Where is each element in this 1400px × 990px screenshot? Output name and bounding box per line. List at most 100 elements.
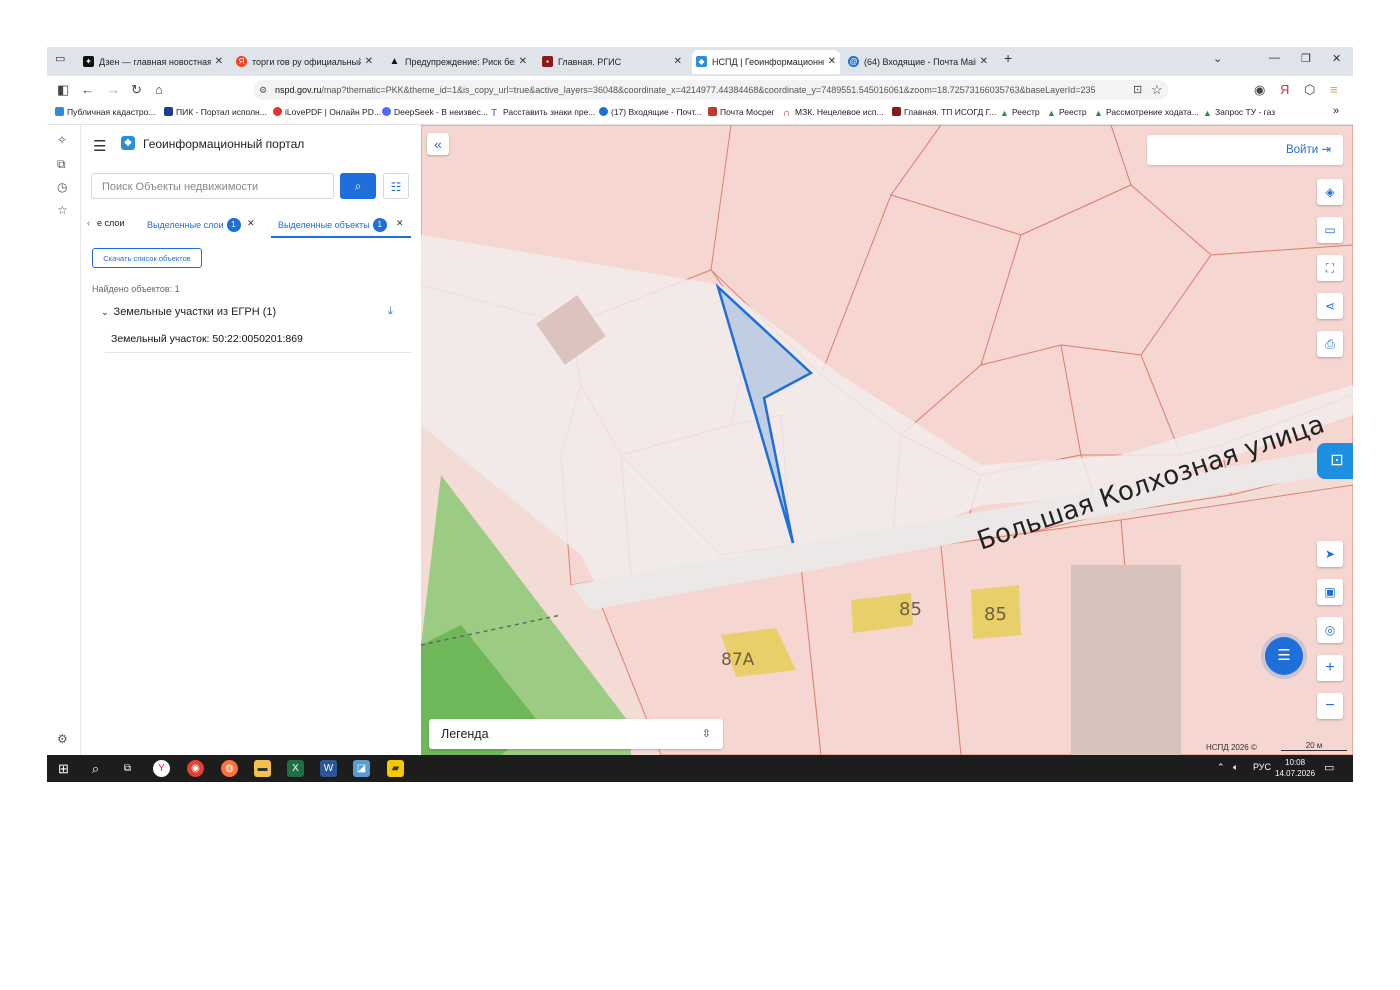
bookmark-item[interactable]: ▲ Реестр bbox=[1000, 107, 1040, 118]
url-field[interactable]: ⚙ nspd.gov.ru/map?thematic=PKK&theme_id=… bbox=[253, 80, 1168, 100]
geolocation-button[interactable]: ◎ bbox=[1317, 617, 1343, 643]
bookmark-star-icon[interactable]: ☆ bbox=[1151, 82, 1163, 98]
login-button[interactable]: Войти ⇥ bbox=[1147, 135, 1343, 165]
assistant-sparkle-icon[interactable]: ✧ bbox=[57, 133, 67, 147]
reload-icon[interactable]: ↻ bbox=[131, 82, 142, 98]
bookmark-item[interactable]: ▲ Реестр bbox=[1047, 107, 1087, 118]
search-input[interactable]: Поиск Объекты недвижимости bbox=[91, 173, 334, 199]
share-icon: ⋖ bbox=[1324, 299, 1336, 313]
volume-icon[interactable]: 🔈︎ bbox=[1233, 762, 1238, 773]
clock[interactable]: 10:08 14.07.2026 bbox=[1275, 757, 1315, 779]
chrome-icon[interactable]: ◉ bbox=[187, 760, 204, 777]
forward-icon[interactable]: → bbox=[107, 82, 120, 97]
collections-icon[interactable]: ⧉ bbox=[57, 157, 66, 172]
bookmark-item[interactable]: ▲ Рассмотрение ходата... bbox=[1094, 107, 1199, 118]
bookmark-item[interactable]: Почта Мосрег bbox=[708, 107, 775, 117]
minimap-button[interactable]: ▣ bbox=[1317, 579, 1343, 605]
close-icon[interactable]: ✕ bbox=[980, 50, 988, 74]
language-indicator[interactable]: РУС bbox=[1253, 762, 1271, 772]
word-icon[interactable]: W bbox=[320, 760, 337, 777]
land-plots-group[interactable]: ⌄ Земельные участки из ЕГРН (1) bbox=[101, 306, 276, 318]
hamburger-menu-icon[interactable]: ☰ bbox=[93, 137, 106, 155]
restore-button[interactable]: ❐ bbox=[1301, 52, 1311, 65]
tab-rgis[interactable]: ▪ Главная. РГИС ✕ bbox=[538, 50, 686, 74]
mail-icon bbox=[599, 107, 608, 116]
tab-dzen[interactable]: ✦ Дзен — главная новостная ин ✕ bbox=[79, 50, 227, 74]
extensions-icon[interactable]: ⬡ bbox=[1304, 82, 1315, 98]
close-icon[interactable]: ✕ bbox=[215, 50, 223, 74]
tab-mail[interactable]: @ (64) Входящие - Почта Mail ✕ bbox=[844, 50, 992, 74]
bookmark-item[interactable]: ∩ МЗК. Нецелевое исп... bbox=[783, 107, 884, 119]
file-explorer-icon[interactable]: ▬ bbox=[254, 760, 271, 777]
map-view[interactable]: Большая Колхозная улица 85 85 87А « Войт… bbox=[421, 125, 1353, 755]
download-list-button[interactable]: Скачать список объектов bbox=[92, 248, 202, 268]
dzen-icon: ✦ bbox=[83, 56, 94, 67]
close-icon[interactable]: ✕ bbox=[519, 50, 527, 74]
side-widget-button[interactable]: ⊡ bbox=[1317, 443, 1353, 479]
download-icon[interactable]: ⤓ bbox=[388, 305, 393, 318]
chevron-down-icon: ⌄ bbox=[101, 307, 109, 317]
sidebar-toggle-icon[interactable]: ◧ bbox=[57, 82, 69, 98]
task-view-icon[interactable]: ⧉ bbox=[119, 760, 136, 777]
close-icon[interactable]: ✕ bbox=[674, 50, 682, 74]
filter-button[interactable]: ☷ bbox=[383, 173, 409, 199]
bookmark-item[interactable]: (17) Входящие - Почт... bbox=[599, 107, 701, 117]
parcel-list-item[interactable]: Земельный участок: 50:22:0050201:869 bbox=[105, 329, 411, 353]
app-icon[interactable]: ◪ bbox=[353, 760, 370, 777]
scroll-left-chevron-icon[interactable]: ‹ bbox=[87, 218, 90, 228]
tab-warning[interactable]: ▲ Предупреждение: Риск безопа ✕ bbox=[385, 50, 531, 74]
bookmark-item[interactable]: ПИК - Портал исполн... bbox=[164, 107, 267, 117]
home-icon[interactable]: ⌂ bbox=[155, 82, 163, 97]
tab-layers[interactable]: е слои bbox=[97, 218, 124, 228]
collapse-panel-button[interactable]: « bbox=[427, 133, 449, 155]
bookmark-item[interactable]: DeepSeek - В неизвес... bbox=[382, 107, 488, 117]
search-icon[interactable]: ⌕ bbox=[87, 760, 104, 777]
close-icon[interactable]: ✕ bbox=[828, 50, 836, 74]
bookmark-item[interactable]: iLovePDF | Онлайн PD... bbox=[273, 107, 381, 117]
install-app-icon[interactable]: ⊡ bbox=[1133, 83, 1142, 96]
zoom-out-button[interactable]: − bbox=[1317, 693, 1343, 719]
support-chat-button[interactable]: ☰ bbox=[1265, 637, 1303, 675]
locate-button[interactable]: ➤ bbox=[1317, 541, 1343, 567]
print-button[interactable]: ⎙ bbox=[1317, 331, 1343, 357]
more-bookmarks-icon[interactable]: » bbox=[1333, 105, 1339, 117]
minimize-button[interactable]: — bbox=[1269, 52, 1280, 64]
new-tab-button[interactable]: + bbox=[1004, 50, 1012, 66]
select-area-button[interactable]: ⛶ bbox=[1317, 255, 1343, 281]
excel-icon[interactable]: X bbox=[287, 760, 304, 777]
tab-torgi[interactable]: Я торги гов ру официальный са ✕ bbox=[232, 50, 377, 74]
close-icon[interactable]: ✕ bbox=[365, 50, 373, 74]
bookmark-item[interactable]: Главная. ТП ИСОГД Г... bbox=[892, 107, 996, 117]
settings-gear-icon[interactable]: ⚙ bbox=[57, 732, 68, 746]
bookmark-item[interactable]: ▲ Запрос ТУ - газ bbox=[1203, 107, 1275, 118]
bookmark-item[interactable]: Публичная кадастро... bbox=[55, 107, 155, 117]
back-icon[interactable]: ← bbox=[81, 82, 94, 97]
tab-actions-icon[interactable]: ▭ bbox=[55, 52, 65, 65]
history-clock-icon[interactable]: ◷ bbox=[57, 180, 67, 194]
tab-selected-layers[interactable]: Выделенные слои 1 bbox=[147, 218, 241, 232]
tray-chevron-icon[interactable]: ⌃ bbox=[1217, 762, 1225, 773]
windows-start-icon[interactable]: ⊞ bbox=[55, 760, 72, 777]
yandex-browser-icon[interactable]: Y bbox=[153, 760, 170, 777]
yandex-alice-icon[interactable]: Я bbox=[1280, 82, 1289, 97]
legend-dropdown[interactable]: Легенда ⇳ bbox=[429, 719, 723, 749]
sticky-notes-icon[interactable]: ▰ bbox=[387, 760, 404, 777]
window-close-button[interactable]: ✕ bbox=[1332, 52, 1341, 65]
tab-list-chevron-icon[interactable]: ⌄ bbox=[1213, 52, 1222, 65]
site-info-icon[interactable]: ⚙ bbox=[259, 80, 267, 100]
tab-selected-objects[interactable]: Выделенные объекты 1 bbox=[278, 218, 387, 232]
menu-icon[interactable]: ≡ bbox=[1330, 82, 1338, 97]
search-button[interactable]: ⌕ bbox=[340, 173, 376, 199]
close-icon[interactable]: ✕ bbox=[396, 218, 404, 229]
close-icon[interactable]: ✕ bbox=[247, 218, 255, 229]
tab-nspd[interactable]: ◆ НСПД | Геоинформационный ✕ bbox=[692, 50, 840, 74]
layers-button[interactable]: ◈ bbox=[1317, 179, 1343, 205]
firefox-icon[interactable]: ◍ bbox=[221, 760, 238, 777]
bookmarks-star-icon[interactable]: ☆ bbox=[57, 203, 68, 217]
zoom-in-button[interactable]: + bbox=[1317, 655, 1343, 681]
share-button[interactable]: ⋖ bbox=[1317, 293, 1343, 319]
measure-button[interactable]: ▭ bbox=[1317, 217, 1343, 243]
bookmark-item[interactable]: T Расставить знаки пре... bbox=[491, 107, 595, 119]
notifications-icon[interactable]: ▭ bbox=[1324, 761, 1334, 774]
account-icon[interactable]: ◉ bbox=[1254, 82, 1265, 98]
